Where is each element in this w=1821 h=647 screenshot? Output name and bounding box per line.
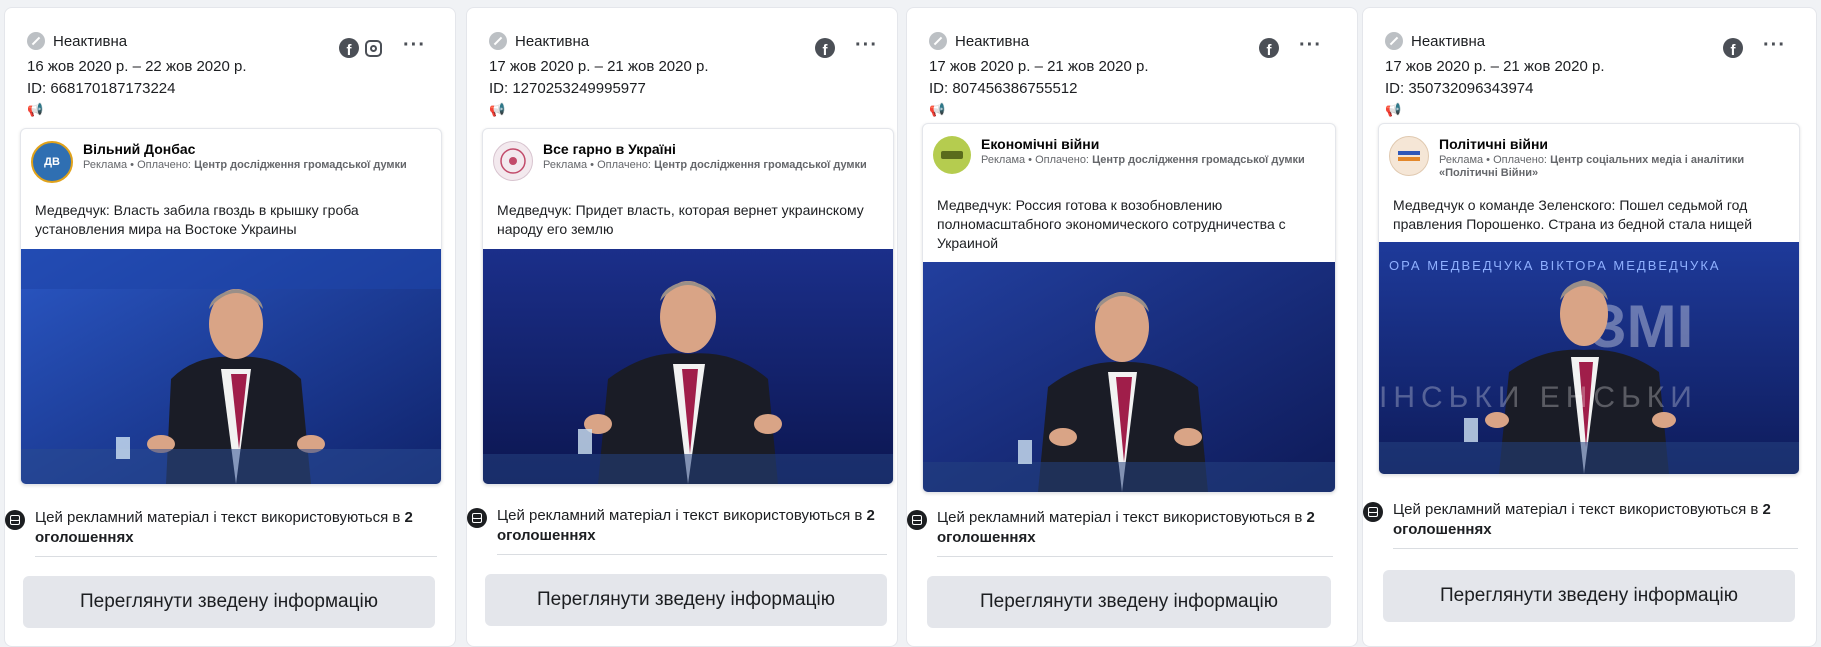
sponsored-line: Реклама • Оплачено: Центр дослідження гр… (83, 159, 407, 171)
sponsored-line: Реклама • Оплачено: Центр соціальних мед… (1439, 154, 1745, 179)
ad-card: Неактивна 17 жов 2020 р. – 21 жов 2020 р… (1362, 7, 1817, 647)
page-name[interactable]: Все гарно в Україні (543, 141, 873, 157)
status-label: Неактивна (1411, 32, 1486, 50)
layers-icon (467, 508, 487, 528)
banner-text: ОРА МЕДВЕДЧУКА ВІКТОРА МЕДВЕДЧУКА (1389, 258, 1721, 273)
ad-preview[interactable]: Економічні війни Реклама • Оплачено: Цен… (922, 123, 1336, 493)
page-avatar[interactable]: ДВ (31, 141, 73, 183)
megaphone-icon: 📢 (27, 102, 44, 117)
megaphone-icon: 📢 (489, 102, 506, 117)
studio-scene-image (21, 249, 441, 484)
ad-preview[interactable]: ДВ Вільний Донбас Реклама • Оплачено: Це… (20, 128, 442, 485)
megaphone-icon: 📢 (1385, 102, 1402, 117)
date-range: 17 жов 2020 р. – 21 жов 2020 р. (929, 58, 1149, 75)
ad-video-thumbnail[interactable] (21, 249, 441, 484)
megaphone-icon: 📢 (929, 102, 946, 117)
status-row: Неактивна (489, 32, 589, 50)
page-header: Все гарно в Україні Реклама • Оплачено: … (493, 141, 873, 181)
layers-icon (5, 510, 25, 530)
ad-card: Неактивна 16 жов 2020 р. – 22 жов 2020 р… (4, 7, 456, 647)
divider (35, 556, 437, 557)
page-avatar[interactable] (933, 136, 971, 174)
divider (497, 554, 887, 555)
ad-card: Неактивна 17 жов 2020 р. – 21 жов 2020 р… (466, 7, 898, 647)
page-header: Політичні війни Реклама • Оплачено: Цент… (1389, 136, 1789, 180)
studio-scene-image (483, 249, 893, 484)
ad-preview[interactable]: Політичні війни Реклама • Оплачено: Цент… (1378, 123, 1800, 475)
facebook-icon: f (1723, 38, 1743, 58)
ad-video-thumbnail[interactable] (923, 262, 1335, 492)
facebook-icon: f (815, 38, 835, 58)
ad-id: ID: 1270253249995977 (489, 80, 646, 97)
more-options-icon[interactable]: ··· (855, 34, 878, 57)
page-header: ДВ Вільний Донбас Реклама • Оплачено: Це… (31, 141, 407, 183)
instagram-icon (365, 39, 382, 57)
status-label: Неактивна (955, 32, 1030, 50)
page-name[interactable]: Політичні війни (1439, 136, 1789, 152)
ad-body-text: Медведчук: Россия готова к возобновлению… (937, 197, 1286, 251)
inactive-status-icon (27, 32, 45, 50)
divider (1393, 548, 1798, 549)
page-header: Економічні війни Реклама • Оплачено: Цен… (933, 136, 1311, 174)
ad-id: ID: 350732096343974 (1385, 80, 1534, 97)
status-label: Неактивна (515, 32, 590, 50)
ad-id: ID: 668170187173224 (27, 80, 176, 97)
layers-icon (1363, 502, 1383, 522)
inactive-status-icon (929, 32, 947, 50)
background-text: ІНСЬКИ ЕНСЬКИ (1379, 381, 1698, 414)
inactive-status-icon (489, 32, 507, 50)
sponsor-name[interactable]: Центр дослідження громадської думки (194, 159, 407, 171)
page-avatar[interactable] (1389, 136, 1429, 176)
page-logo (941, 151, 963, 159)
ad-card: Неактивна 17 жов 2020 р. – 21 жов 2020 р… (906, 7, 1358, 647)
studio-scene-image (923, 262, 1335, 492)
page-avatar[interactable] (493, 141, 533, 181)
view-summary-button[interactable]: Переглянути зведену інформацію (23, 576, 435, 628)
status-row: Неактивна (1385, 32, 1485, 50)
status-row: Неактивна (929, 32, 1029, 50)
ad-body-text: Медведчук: Власть забила гвоздь в крышку… (35, 202, 359, 237)
usage-info: Цей рекламний матеріал і текст використо… (5, 508, 435, 548)
platform-icons: f (1723, 38, 1743, 58)
sponsored-line: Реклама • Оплачено: Центр дослідження гр… (981, 154, 1305, 166)
page-name[interactable]: Економічні війни (981, 136, 1311, 152)
date-range: 17 жов 2020 р. – 21 жов 2020 р. (489, 58, 709, 75)
platform-icons: f (339, 38, 382, 58)
ad-id: ID: 807456386755512 (929, 80, 1078, 97)
sponsor-name[interactable]: Центр дослідження громадської думки (1092, 154, 1305, 166)
ad-preview[interactable]: Все гарно в Україні Реклама • Оплачено: … (482, 128, 894, 485)
view-summary-button[interactable]: Переглянути зведену інформацію (1383, 570, 1795, 622)
status-row: Неактивна (27, 32, 127, 50)
status-label: Неактивна (53, 32, 128, 50)
sponsored-line: Реклама • Оплачено: Центр дослідження гр… (543, 159, 867, 171)
facebook-icon: f (1259, 38, 1279, 58)
view-summary-button[interactable]: Переглянути зведену інформацію (927, 576, 1331, 628)
date-range: 16 жов 2020 р. – 22 жов 2020 р. (27, 58, 247, 75)
page-logo (500, 148, 526, 174)
more-options-icon[interactable]: ··· (403, 34, 426, 57)
usage-info: Цей рекламний матеріал і текст використо… (467, 506, 882, 546)
more-options-icon[interactable]: ··· (1763, 34, 1786, 57)
ad-body-text: Медведчук: Придет власть, которая вернет… (497, 202, 864, 237)
platform-icons: f (815, 38, 835, 58)
sponsor-name[interactable]: Центр дослідження громадської думки (654, 159, 867, 171)
platform-icons: f (1259, 38, 1279, 58)
date-range: 17 жов 2020 р. – 21 жов 2020 р. (1385, 58, 1605, 75)
ad-video-thumbnail[interactable] (483, 249, 893, 484)
ad-body-text: Медведчук о команде Зеленского: Пошел се… (1393, 197, 1753, 232)
usage-info: Цей рекламний матеріал і текст використо… (1363, 500, 1793, 540)
facebook-icon: f (339, 38, 359, 58)
studio-scene-image: ОРА МЕДВЕДЧУКА ВІКТОРА МЕДВЕДЧУКА ЗМІ ІН… (1379, 242, 1799, 474)
divider (937, 556, 1333, 557)
view-summary-button[interactable]: Переглянути зведену інформацію (485, 574, 887, 626)
more-options-icon[interactable]: ··· (1299, 34, 1322, 57)
usage-info: Цей рекламний матеріал і текст використо… (907, 508, 1332, 548)
page-name[interactable]: Вільний Донбас (83, 141, 407, 157)
inactive-status-icon (1385, 32, 1403, 50)
layers-icon (907, 510, 927, 530)
page-logo (1398, 151, 1420, 161)
ad-video-thumbnail[interactable]: ОРА МЕДВЕДЧУКА ВІКТОРА МЕДВЕДЧУКА ЗМІ ІН… (1379, 242, 1799, 474)
